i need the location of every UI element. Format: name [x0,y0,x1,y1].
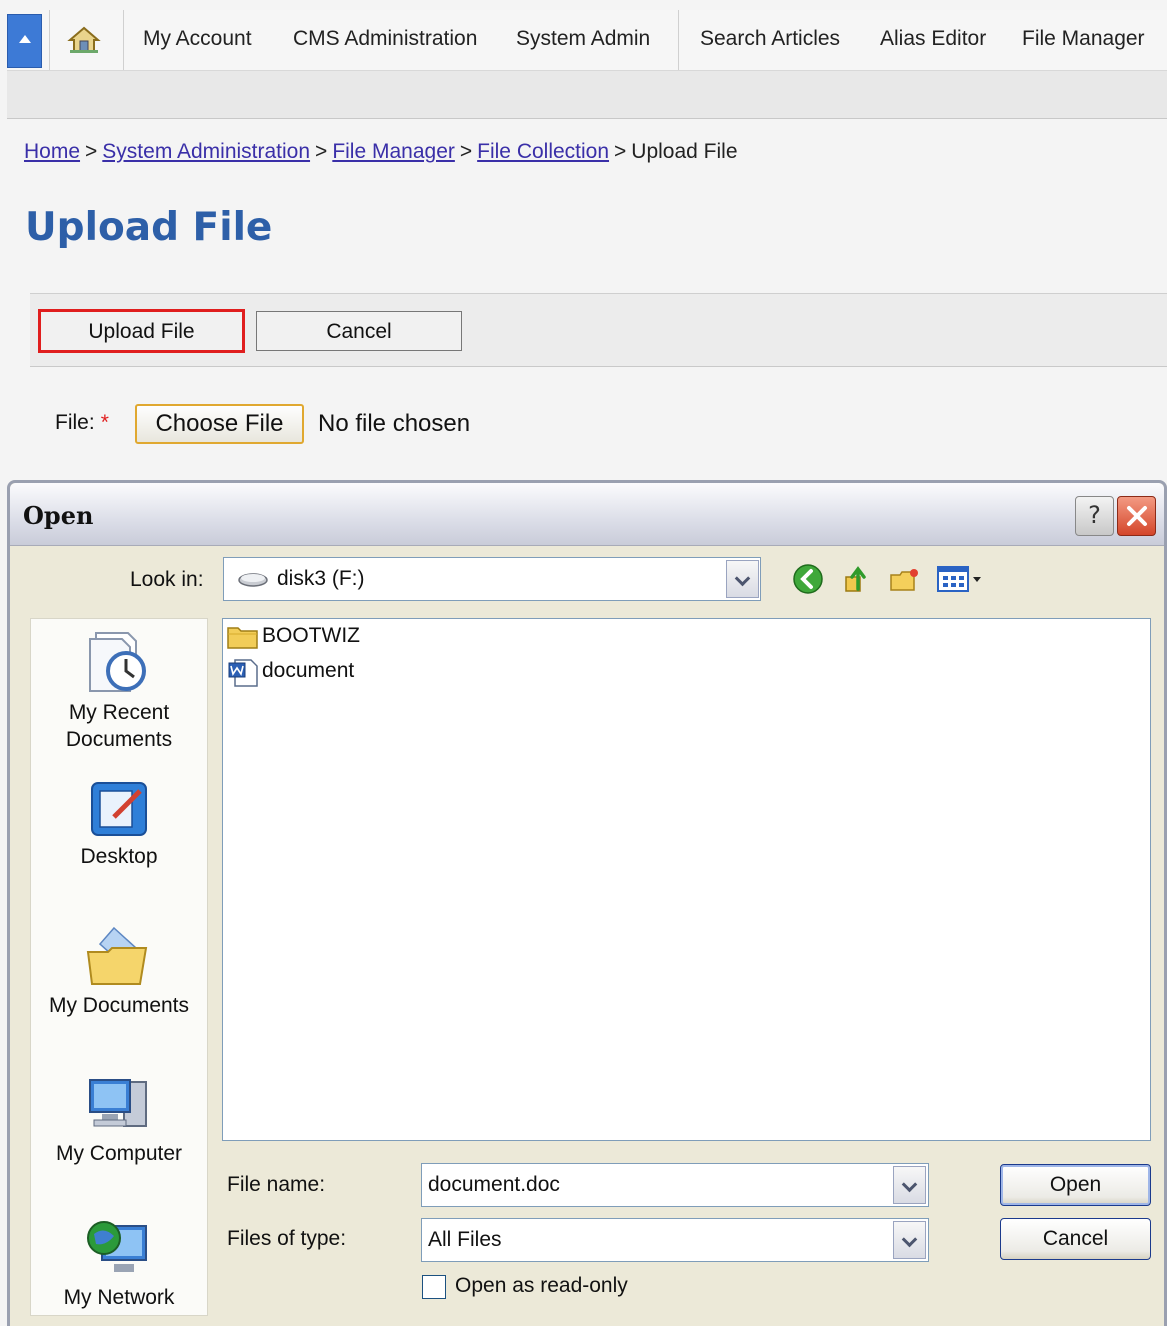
file-name-input[interactable]: document.doc [421,1163,929,1207]
home-icon[interactable] [67,26,101,54]
open-button[interactable]: Open [1000,1164,1151,1206]
look-in-dropdown-button[interactable] [726,560,759,598]
sub-navigation-bar [7,71,1167,119]
place-desktop[interactable]: Desktop [31,779,207,870]
drive-icon [238,573,268,587]
nav-system-admin[interactable]: System Admin [516,27,650,51]
place-label: My Documents [48,994,190,1017]
action-toolbar: Upload File Cancel [30,293,1167,368]
place-my-network[interactable]: My Network [31,1216,207,1311]
place-label: Desktop [80,845,158,868]
breadcrumb-separator: > [459,140,473,163]
places-bar: My Recent Documents Desktop My Documents [30,618,208,1316]
cancel-button[interactable]: Cancel [256,311,462,351]
breadcrumb-file-collection-link[interactable]: File Collection [477,140,609,163]
file-status-text: No file chosen [318,410,471,437]
open-file-dialog: Open ? Look in: disk3 (F:) My Recent Doc… [7,480,1167,1326]
upload-file-button[interactable]: Upload File [38,309,245,353]
file-label-text: File: [55,411,95,434]
my-computer-icon [89,1079,147,1127]
nav-alias-editor[interactable]: Alias Editor [880,27,986,51]
breadcrumb-current: Upload File [631,140,738,163]
place-label: My Computer [55,1142,183,1165]
page-title: Upload File [25,205,273,250]
file-field-label: File: * [55,411,109,435]
nav-search-articles[interactable]: Search Articles [700,27,840,51]
breadcrumb: Home > System Administration > File Manager >… [24,140,738,164]
read-only-label: Open as read-only [455,1274,628,1297]
look-in-select[interactable]: disk3 (F:) [223,557,761,601]
breadcrumb-home-link[interactable]: Home [24,140,80,163]
nav-cms-administration[interactable]: CMS Administration [293,27,477,51]
recent-documents-icon [89,632,146,692]
look-in-label: Look in: [130,568,204,591]
place-label: My Network [63,1286,175,1309]
close-icon [1126,506,1147,526]
place-my-computer[interactable]: My Computer [31,1074,207,1167]
breadcrumb-separator: > [614,140,627,163]
back-icon[interactable] [792,563,824,595]
desktop-icon [91,782,147,836]
file-list[interactable]: BOOTWIZ document [222,618,1151,1141]
files-of-type-dropdown-button[interactable] [893,1221,926,1259]
dialog-title: Open [23,501,94,530]
dialog-cancel-button[interactable]: Cancel [1000,1218,1151,1260]
breadcrumb-separator: > [85,140,98,163]
file-name-dropdown-button[interactable] [893,1166,926,1204]
folder-icon [227,627,258,649]
place-my-recent-documents[interactable]: My Recent Documents [31,629,207,753]
files-of-type-value: All Files [428,1228,502,1251]
required-marker: * [100,411,109,434]
my-documents-icon [86,926,148,985]
dialog-titlebar[interactable]: Open ? [10,483,1164,546]
close-button[interactable] [1117,496,1156,536]
place-label: My Recent Documents [65,701,173,751]
help-button[interactable]: ? [1075,496,1114,536]
file-name-label: File name: [227,1173,326,1196]
new-folder-icon[interactable] [888,563,922,595]
file-name-text: document [262,659,355,682]
nav-my-account[interactable]: My Account [143,27,252,51]
breadcrumb-separator: > [315,140,328,163]
choose-file-button[interactable]: Choose File [135,404,304,444]
file-name-text: BOOTWIZ [262,624,360,647]
up-folder-icon[interactable] [840,563,872,595]
place-my-documents[interactable]: My Documents [31,922,207,1019]
word-document-icon [228,659,258,687]
nav-file-manager[interactable]: File Manager [1022,27,1145,51]
files-of-type-label: Files of type: [227,1227,347,1250]
files-of-type-select[interactable]: All Files [421,1218,929,1262]
read-only-checkbox[interactable] [422,1275,446,1299]
look-in-value: disk3 (F:) [277,567,365,590]
file-name-value: document.doc [428,1173,560,1196]
nav-divider [123,10,124,70]
top-navigation: My Account CMS Administration System Adm… [7,10,1167,71]
nav-divider [49,10,50,70]
breadcrumb-system-administration-link[interactable]: System Administration [102,140,310,163]
my-network-icon [87,1221,147,1272]
nav-divider [678,10,679,70]
nav-collapse-button[interactable] [7,14,42,68]
view-menu-icon[interactable] [936,563,986,595]
breadcrumb-file-manager-link[interactable]: File Manager [332,140,455,163]
